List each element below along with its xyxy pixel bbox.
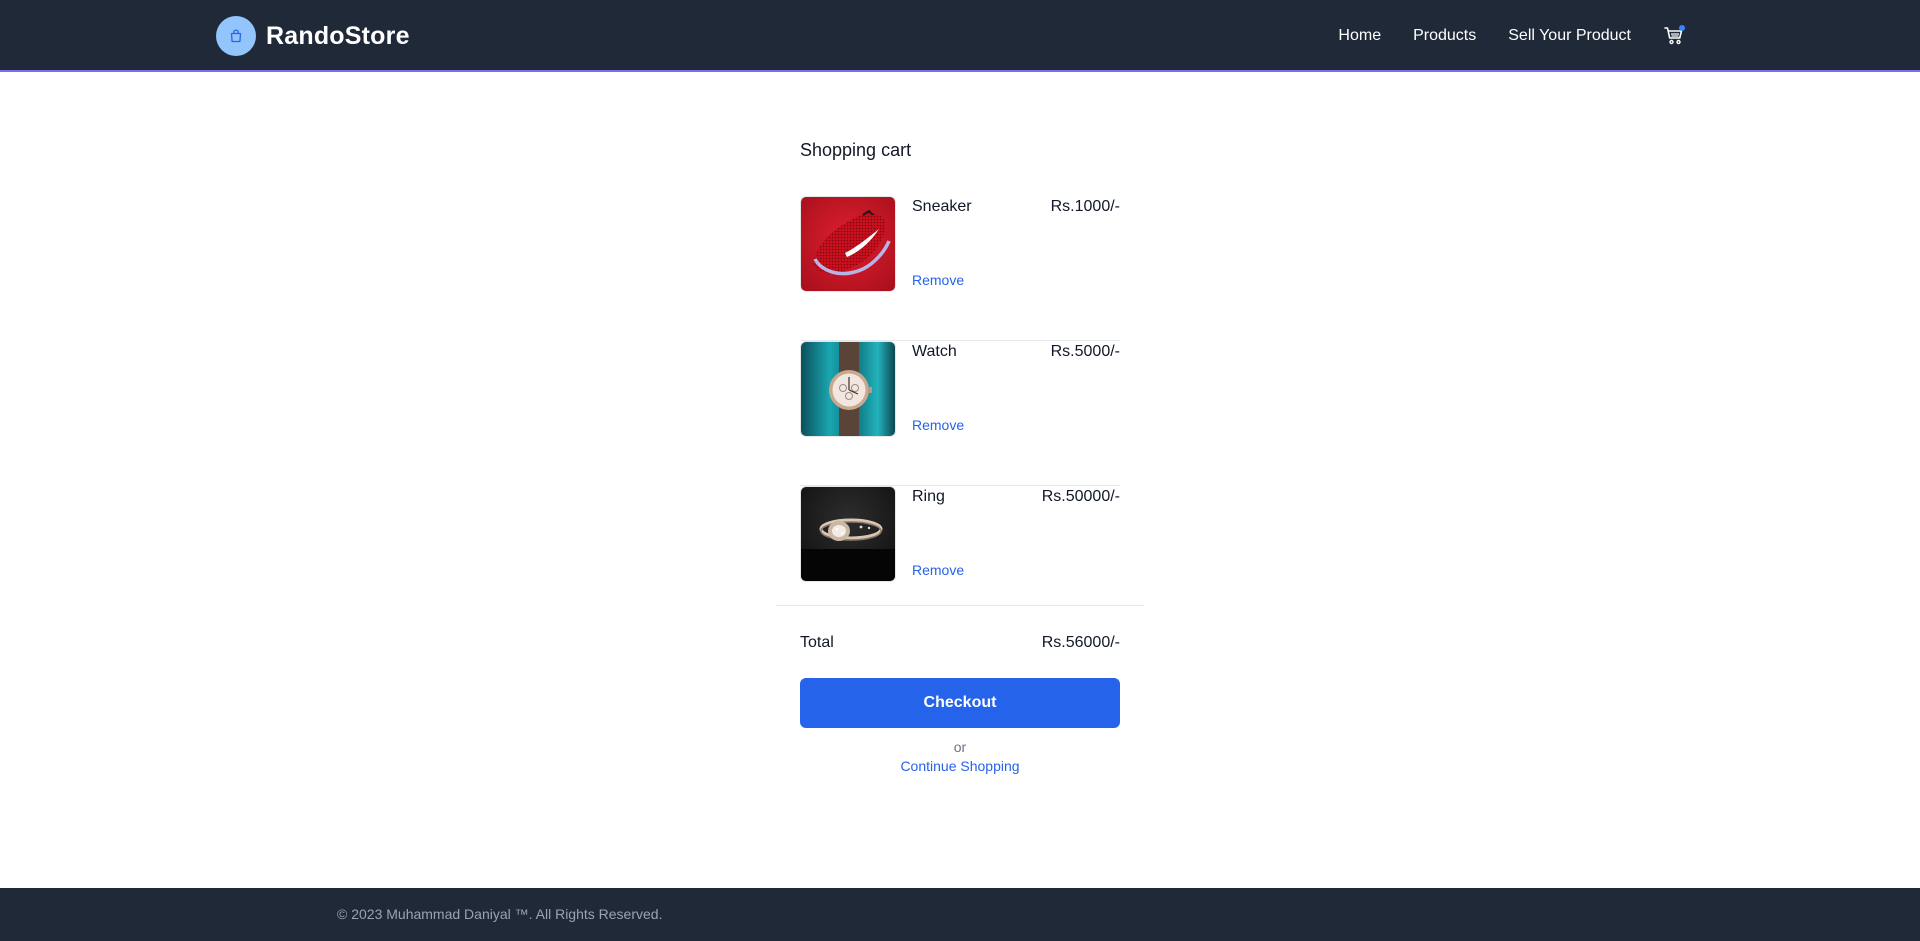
- cart-button[interactable]: [1663, 25, 1685, 47]
- site-footer: © 2023 Muhammad Daniyal ™. All Rights Re…: [0, 888, 1920, 941]
- total-value: Rs.56000/-: [1041, 634, 1120, 651]
- remove-button[interactable]: Remove: [912, 272, 964, 288]
- cart-badge-dot: [1679, 25, 1685, 31]
- red-sneaker-photo: [800, 196, 896, 292]
- item-name: Sneaker: [912, 198, 972, 215]
- diamond-ring-photo: [800, 486, 896, 582]
- item-price: Rs.1000/-: [1050, 198, 1120, 215]
- copyright-text: © 2023 Muhammad Daniyal ™. All Rights Re…: [337, 906, 663, 922]
- item-price: Rs.50000/-: [1041, 488, 1120, 505]
- main-nav: Home Products Sell Your Product: [1338, 24, 1685, 48]
- site-header: RandoStore Home Products Sell Your Produ…: [0, 0, 1920, 72]
- item-price: Rs.5000/-: [1050, 343, 1120, 360]
- brand[interactable]: RandoStore: [216, 16, 410, 56]
- shopping-bag-icon: [216, 16, 256, 56]
- or-text: or: [953, 739, 967, 755]
- nav-sell-link[interactable]: Sell Your Product: [1508, 24, 1631, 48]
- wristwatch-photo: [800, 341, 896, 437]
- cart-item: Ring Rs.50000/- Remove: [800, 486, 1120, 582]
- continue-shopping-link[interactable]: Continue Shopping: [776, 758, 1144, 774]
- cart-title: Shopping cart: [800, 140, 912, 160]
- total-label: Total: [800, 634, 834, 651]
- item-name: Watch: [912, 343, 957, 360]
- cart-item: Sneaker Rs.1000/- Remove: [800, 196, 1120, 341]
- nav-home-link[interactable]: Home: [1338, 24, 1381, 48]
- divider: [776, 605, 1144, 606]
- remove-button[interactable]: Remove: [912, 417, 964, 433]
- remove-button[interactable]: Remove: [912, 562, 964, 578]
- cart-item: Watch Rs.5000/- Remove: [800, 341, 1120, 486]
- nav-products-link[interactable]: Products: [1413, 24, 1476, 48]
- item-name: Ring: [912, 488, 945, 505]
- checkout-button[interactable]: Checkout: [800, 678, 1120, 728]
- brand-name: RandoStore: [266, 21, 410, 50]
